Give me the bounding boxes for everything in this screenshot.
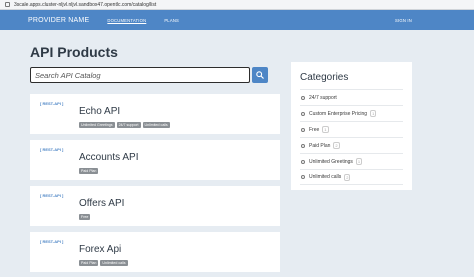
plan-tag: Paid Plan [79,260,99,266]
radio-icon[interactable] [301,159,305,164]
lock-icon [5,2,10,7]
radio-icon[interactable] [301,95,305,100]
category-count: 2 [344,173,351,181]
category-label: Paid Plan [309,142,331,149]
category-count: 1 [355,158,363,165]
category-count: 2 [333,142,340,149]
category-label: Unlimited calls [309,174,342,180]
category-label: Free [309,126,320,133]
plan-tag: Free [79,214,91,220]
category-label: Custom Enterprise Pricing [309,110,368,117]
sign-in-link[interactable]: SIGN IN [395,18,412,23]
api-type-badge: [ REST-API ] [40,101,64,106]
category-label: 24/7 support [309,94,337,101]
category-list: 24/7 support Custom Enterprise Pricing 1… [300,89,403,185]
category-item[interactable]: Unlimited calls 2 [300,169,403,185]
api-type-badge: [ REST-API ] [40,239,64,244]
nav-documentation-link[interactable]: DOCUMENTATION [107,18,146,23]
top-navbar: PROVIDER NAME DOCUMENTATION PLANS SIGN I… [0,10,474,30]
api-name-link[interactable]: Echo API [79,106,120,117]
plan-tag: 24/7 support [116,122,141,128]
plan-tag: Unlimited calls [100,260,128,266]
api-tags: Unlimited Greetings 24/7 support Unlimit… [79,122,170,128]
category-item[interactable]: Custom Enterprise Pricing 1 [300,105,403,121]
category-item[interactable]: Unlimited Greetings 1 [300,153,403,169]
plan-tag: Paid Plan [79,168,99,174]
api-name-link[interactable]: Forex Api [79,244,121,255]
url-text[interactable]: 3scale.apps.cluster-nljvl.nljvl.sandbox4… [14,2,156,8]
api-tags: Free [79,214,91,220]
radio-icon[interactable] [301,127,305,132]
api-tags: Paid Plan Unlimited calls [79,260,128,266]
browser-url-bar[interactable]: 3scale.apps.cluster-nljvl.nljvl.sandbox4… [0,0,474,10]
categories-title: Categories [300,72,349,83]
api-type-badge: [ REST-API ] [40,147,64,152]
api-card-forex[interactable]: [ REST-API ] Forex Api Paid Plan Unlimit… [30,232,280,272]
plan-tag: Unlimited calls [142,122,170,128]
api-type-badge: [ REST-API ] [40,193,64,198]
search-input[interactable] [30,67,250,83]
brand-logo[interactable]: PROVIDER NAME [28,17,89,24]
api-name-link[interactable]: Offers API [79,198,124,209]
api-product-list: [ REST-API ] Echo API Unlimited Greeting… [30,94,280,277]
category-item[interactable]: Paid Plan 2 [300,137,403,153]
category-count: 1 [322,126,329,133]
page-title: API Products [30,44,118,60]
api-name-link[interactable]: Accounts API [79,152,138,163]
radio-icon[interactable] [301,143,305,148]
radio-icon[interactable] [301,175,305,179]
search-icon [256,71,264,79]
category-item[interactable]: 24/7 support [300,89,403,105]
plan-tag: Unlimited Greetings [79,122,115,128]
category-item[interactable]: Free 1 [300,121,403,137]
category-label: Unlimited Greetings [309,158,353,165]
search-bar [30,67,268,83]
categories-panel: Categories 24/7 support Custom Enterpris… [291,62,412,190]
radio-icon[interactable] [301,111,305,116]
api-card-offers[interactable]: [ REST-API ] Offers API Free [30,186,280,226]
nav-plans-link[interactable]: PLANS [164,18,179,23]
search-button[interactable] [252,67,268,83]
api-card-accounts[interactable]: [ REST-API ] Accounts API Paid Plan [30,140,280,180]
api-card-echo[interactable]: [ REST-API ] Echo API Unlimited Greeting… [30,94,280,134]
api-tags: Paid Plan [79,168,99,174]
category-count: 1 [370,110,377,117]
